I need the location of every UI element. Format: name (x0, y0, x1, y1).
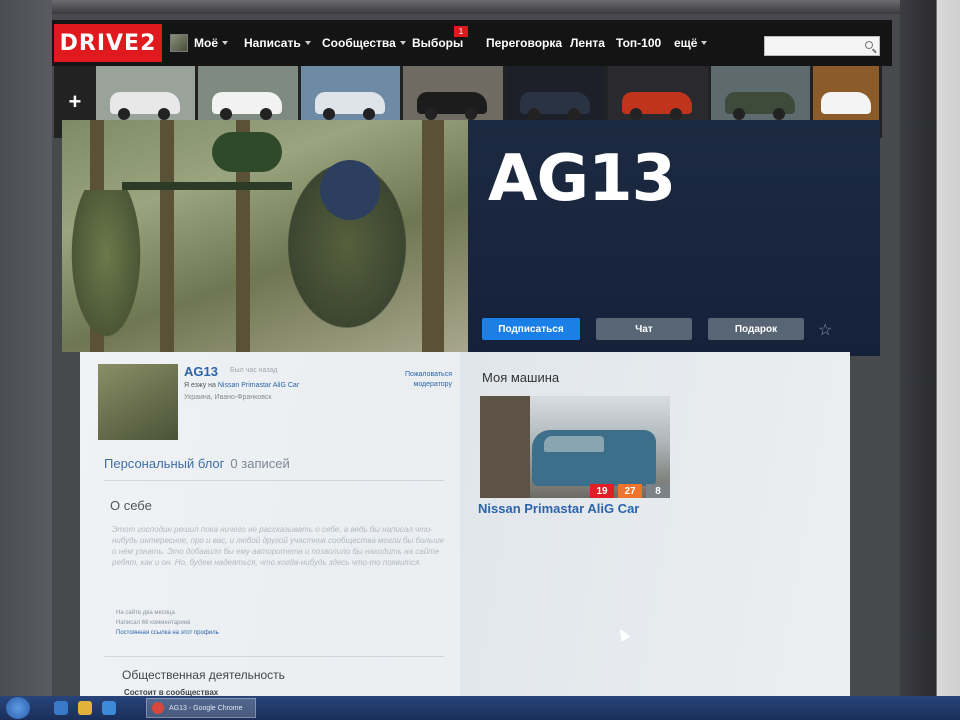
my-car-photo[interactable]: 19 27 8 (480, 396, 670, 498)
nav-label: ещё (674, 36, 698, 50)
nav-label: Переговорка (486, 36, 563, 50)
wheel (772, 108, 785, 120)
elections-badge: 1 (454, 26, 468, 37)
car-stat-grey: 8 (646, 484, 670, 498)
user-avatar-mini[interactable] (170, 34, 188, 52)
wheel (567, 108, 580, 120)
comments-count: Написал 66 комментариев (116, 620, 191, 626)
on-site-duration: На сайте два месяца (116, 610, 175, 616)
paintball-mask (320, 160, 380, 220)
chevron-down-icon (701, 41, 708, 45)
profile-title: AG13 (488, 142, 676, 216)
monitor-bezel-left (0, 0, 52, 700)
chevron-down-icon (304, 41, 311, 45)
social-heading: Общественная деятельность (122, 668, 285, 682)
nav-label: Лента (570, 36, 605, 50)
nav-label: Топ-100 (616, 36, 662, 50)
about-text: Этот господин решил пока ничего не расск… (112, 525, 445, 567)
wheel (220, 108, 233, 120)
about-heading: О себе (110, 498, 152, 513)
wheel (630, 108, 643, 120)
top-navigation: DRIVE2 Моё Написать Сообщества Выборы 1 … (52, 20, 892, 66)
my-car-name-link[interactable]: Nissan Primastar AliG Car (478, 502, 658, 516)
subscribe-button[interactable]: Подписаться (482, 318, 580, 340)
drive-car-link[interactable]: Nissan Primastar AliG Car (218, 382, 299, 389)
blog-title-link[interactable]: Персональный блог (104, 456, 224, 471)
paintball-player-background (66, 190, 146, 350)
tree (422, 120, 444, 352)
blog-count: 0 записей (230, 456, 290, 471)
monitor-bezel-top (0, 0, 960, 14)
profile-cover-photo (62, 120, 468, 352)
star-icon[interactable]: ☆ (818, 320, 832, 340)
chat-button[interactable]: Чат (596, 318, 692, 340)
permalink-link[interactable]: Постоянная ссылка на этот профиль (116, 628, 219, 638)
drive2-logo[interactable]: DRIVE2 (54, 24, 162, 62)
mouse-cursor (615, 626, 631, 642)
nav-label: Моё (194, 36, 218, 50)
nav-label: Сообщества (322, 36, 396, 50)
nav-item-talks[interactable]: Переговорка (486, 36, 562, 50)
about-meta: На сайте два месяца Написал 66 комментар… (116, 608, 219, 638)
nav-item-feed[interactable]: Лента (570, 36, 605, 50)
profile-location: Украина, Ивано-Франковск (184, 394, 272, 401)
gift-button[interactable]: Подарок (708, 318, 804, 340)
profile-avatar[interactable] (98, 364, 178, 440)
profile-name[interactable]: AG13 (184, 364, 218, 379)
nav-label: Выборы (412, 36, 464, 50)
nav-item-moe[interactable]: Моё (194, 36, 228, 50)
wheel (465, 108, 478, 120)
report-moderator-link[interactable]: Пожаловаться модератору (380, 370, 452, 390)
divider (104, 656, 444, 657)
media-icon[interactable] (102, 701, 116, 715)
chevron-down-icon (399, 41, 406, 45)
wheel (117, 108, 130, 120)
profile-drive-line: Я езжу на Nissan Primastar AliG Car (184, 382, 299, 389)
van-window (544, 436, 604, 452)
profile-content: AG13 Был час назад Я езжу на Nissan Prim… (80, 352, 850, 700)
paintball-marker (122, 182, 292, 190)
divider (104, 480, 444, 481)
folder-icon[interactable] (78, 701, 92, 715)
nav-item-elections[interactable]: Выборы (412, 36, 463, 50)
monitor-bezel-right (900, 0, 960, 720)
nav-item-top100[interactable]: Топ-100 (616, 36, 661, 50)
my-car-heading: Моя машина (482, 370, 560, 385)
nav-item-write[interactable]: Написать (244, 36, 311, 50)
ie-icon[interactable] (54, 701, 68, 715)
profile-left-column: AG13 Был час назад Я езжу на Nissan Prim… (80, 352, 460, 700)
start-button[interactable] (6, 697, 30, 719)
drive-prefix: Я езжу на (184, 382, 218, 389)
tree (160, 120, 174, 352)
house (480, 396, 530, 498)
search-icon[interactable] (865, 41, 873, 49)
chevron-down-icon (222, 41, 228, 45)
wheel (362, 108, 375, 120)
nav-item-more[interactable]: ещё (674, 36, 708, 50)
last-seen: Был час назад (230, 367, 278, 374)
search-input[interactable] (764, 36, 880, 56)
wheel (260, 108, 273, 120)
personal-blog: Персональный блог 0 записей (104, 456, 290, 471)
car-stat-red: 19 (590, 484, 614, 498)
wheel (527, 108, 540, 120)
wheel (157, 108, 170, 120)
nav-label: Написать (244, 36, 301, 50)
paintball-hopper (212, 132, 282, 172)
car-shape (821, 92, 872, 114)
car-stat-orange: 27 (618, 484, 642, 498)
windows-taskbar: AG13 - Google Chrome (0, 696, 960, 720)
profile-header-panel: AG13 Подписаться Чат Подарок ☆ (468, 120, 880, 356)
wheel (425, 108, 438, 120)
wheel (732, 108, 745, 120)
chrome-icon (152, 702, 164, 714)
browser-viewport: DRIVE2 Моё Написать Сообщества Выборы 1 … (52, 14, 900, 700)
nav-item-communities[interactable]: Сообщества (322, 36, 406, 50)
wheel (322, 108, 335, 120)
wheel (670, 108, 683, 120)
